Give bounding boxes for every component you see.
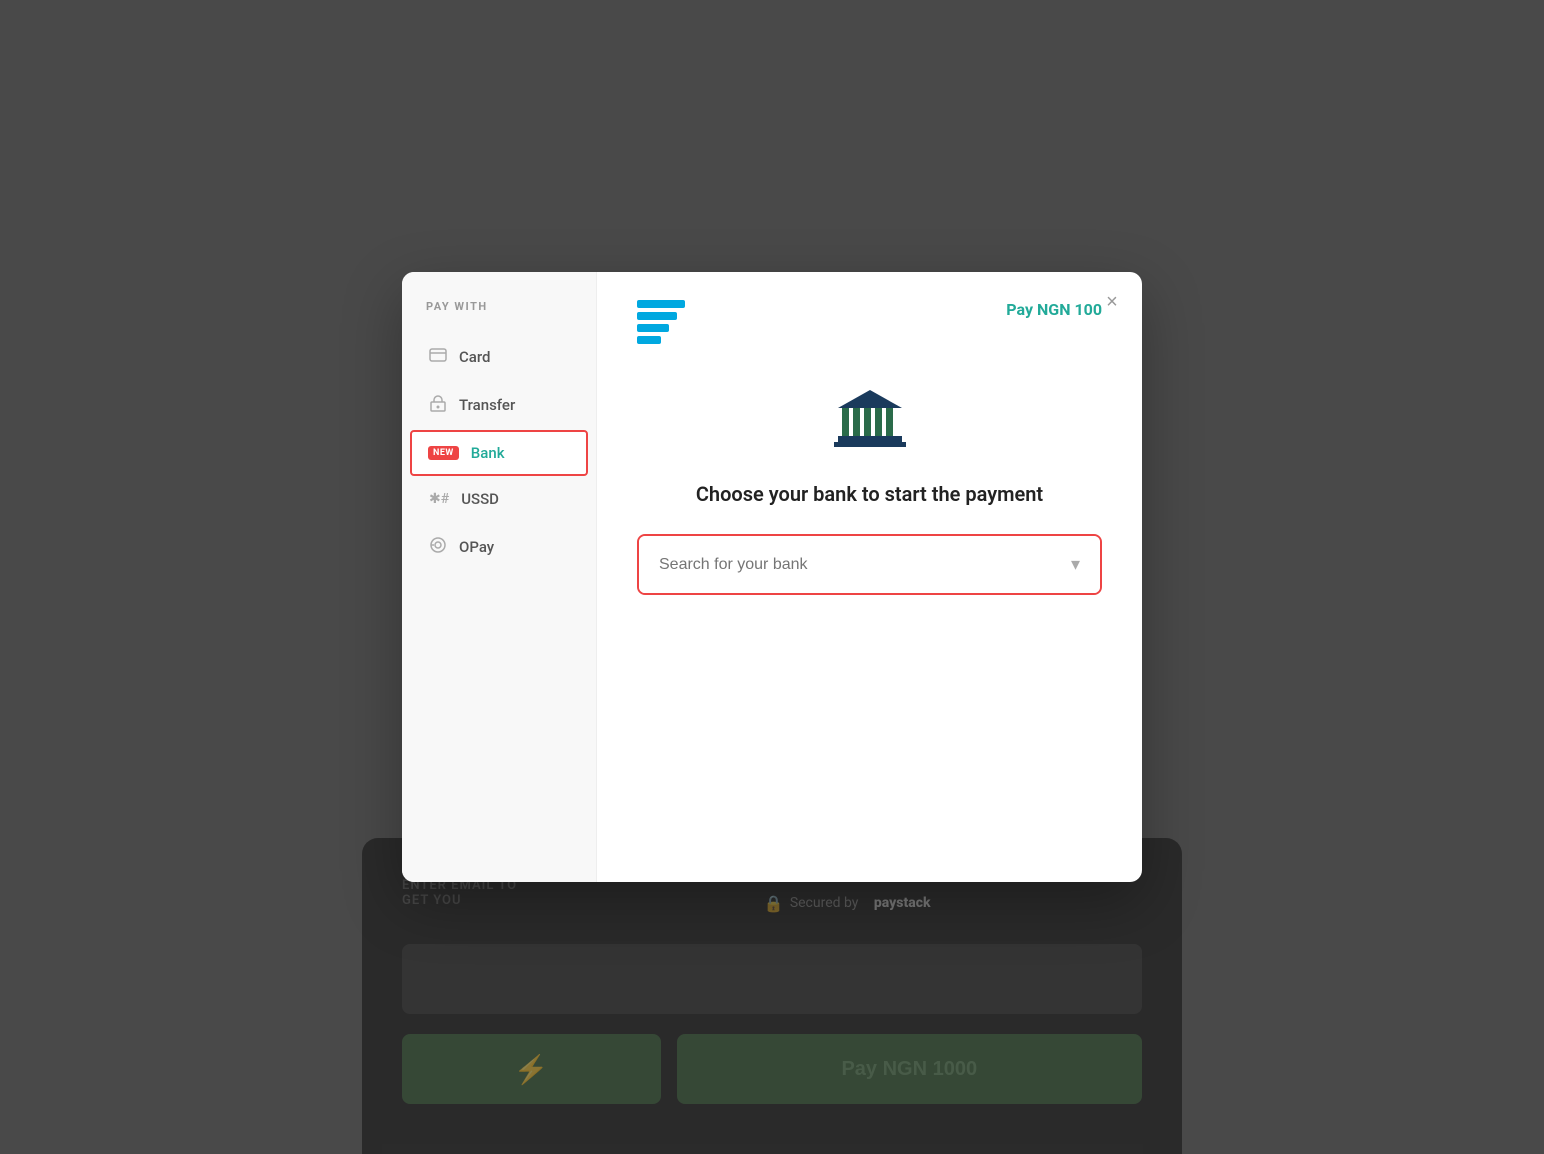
new-badge: NEW xyxy=(428,446,459,460)
sidebar-item-transfer[interactable]: Transfer xyxy=(402,380,596,430)
sidebar-header: PAY WITH xyxy=(402,300,596,333)
modal-content: Choose your bank to start the payment ▾ xyxy=(637,384,1102,854)
bank-search-wrapper[interactable]: ▾ xyxy=(637,534,1102,595)
modal-sidebar: PAY WITH Card xyxy=(402,272,597,882)
transfer-label: Transfer xyxy=(459,396,515,414)
chevron-down-icon: ▾ xyxy=(1071,554,1080,575)
bank-label: Bank xyxy=(471,444,505,462)
pay-amount: Pay NGN 100 xyxy=(1006,300,1102,319)
sidebar-item-bank[interactable]: NEW Bank xyxy=(410,430,588,476)
modal-main: Pay NGN 100 xyxy=(597,272,1142,882)
logo-bar-3 xyxy=(637,324,669,332)
sidebar-item-opay[interactable]: OPay xyxy=(402,522,596,572)
opay-label: OPay xyxy=(459,538,494,556)
opay-icon xyxy=(429,536,447,558)
logo-bar-1 xyxy=(637,300,685,308)
transfer-icon xyxy=(429,394,447,416)
card-label: Card xyxy=(459,348,491,366)
sidebar-item-ussd[interactable]: ✱# USSD xyxy=(402,476,596,522)
bank-building-icon xyxy=(830,384,910,454)
ussd-label: USSD xyxy=(461,490,499,508)
modal-header: Pay NGN 100 xyxy=(637,300,1102,344)
modal-overlay: × PAY WITH Card xyxy=(0,0,1544,1154)
choose-bank-title: Choose your bank to start the payment xyxy=(696,482,1043,506)
card-icon xyxy=(429,347,447,366)
amount-value: NGN 100 xyxy=(1037,300,1102,319)
close-button[interactable]: × xyxy=(1098,288,1126,316)
bank-search-input[interactable] xyxy=(659,556,1071,574)
search-input-row: ▾ xyxy=(639,536,1100,593)
logo-bar-4 xyxy=(637,336,661,344)
ussd-icon: ✱# xyxy=(429,491,449,507)
sidebar-item-card[interactable]: Card xyxy=(402,333,596,380)
bank-icon-wrapper xyxy=(830,384,910,458)
logo-bar-2 xyxy=(637,312,677,320)
paystack-logo xyxy=(637,300,685,344)
payment-modal: × PAY WITH Card xyxy=(402,272,1142,882)
